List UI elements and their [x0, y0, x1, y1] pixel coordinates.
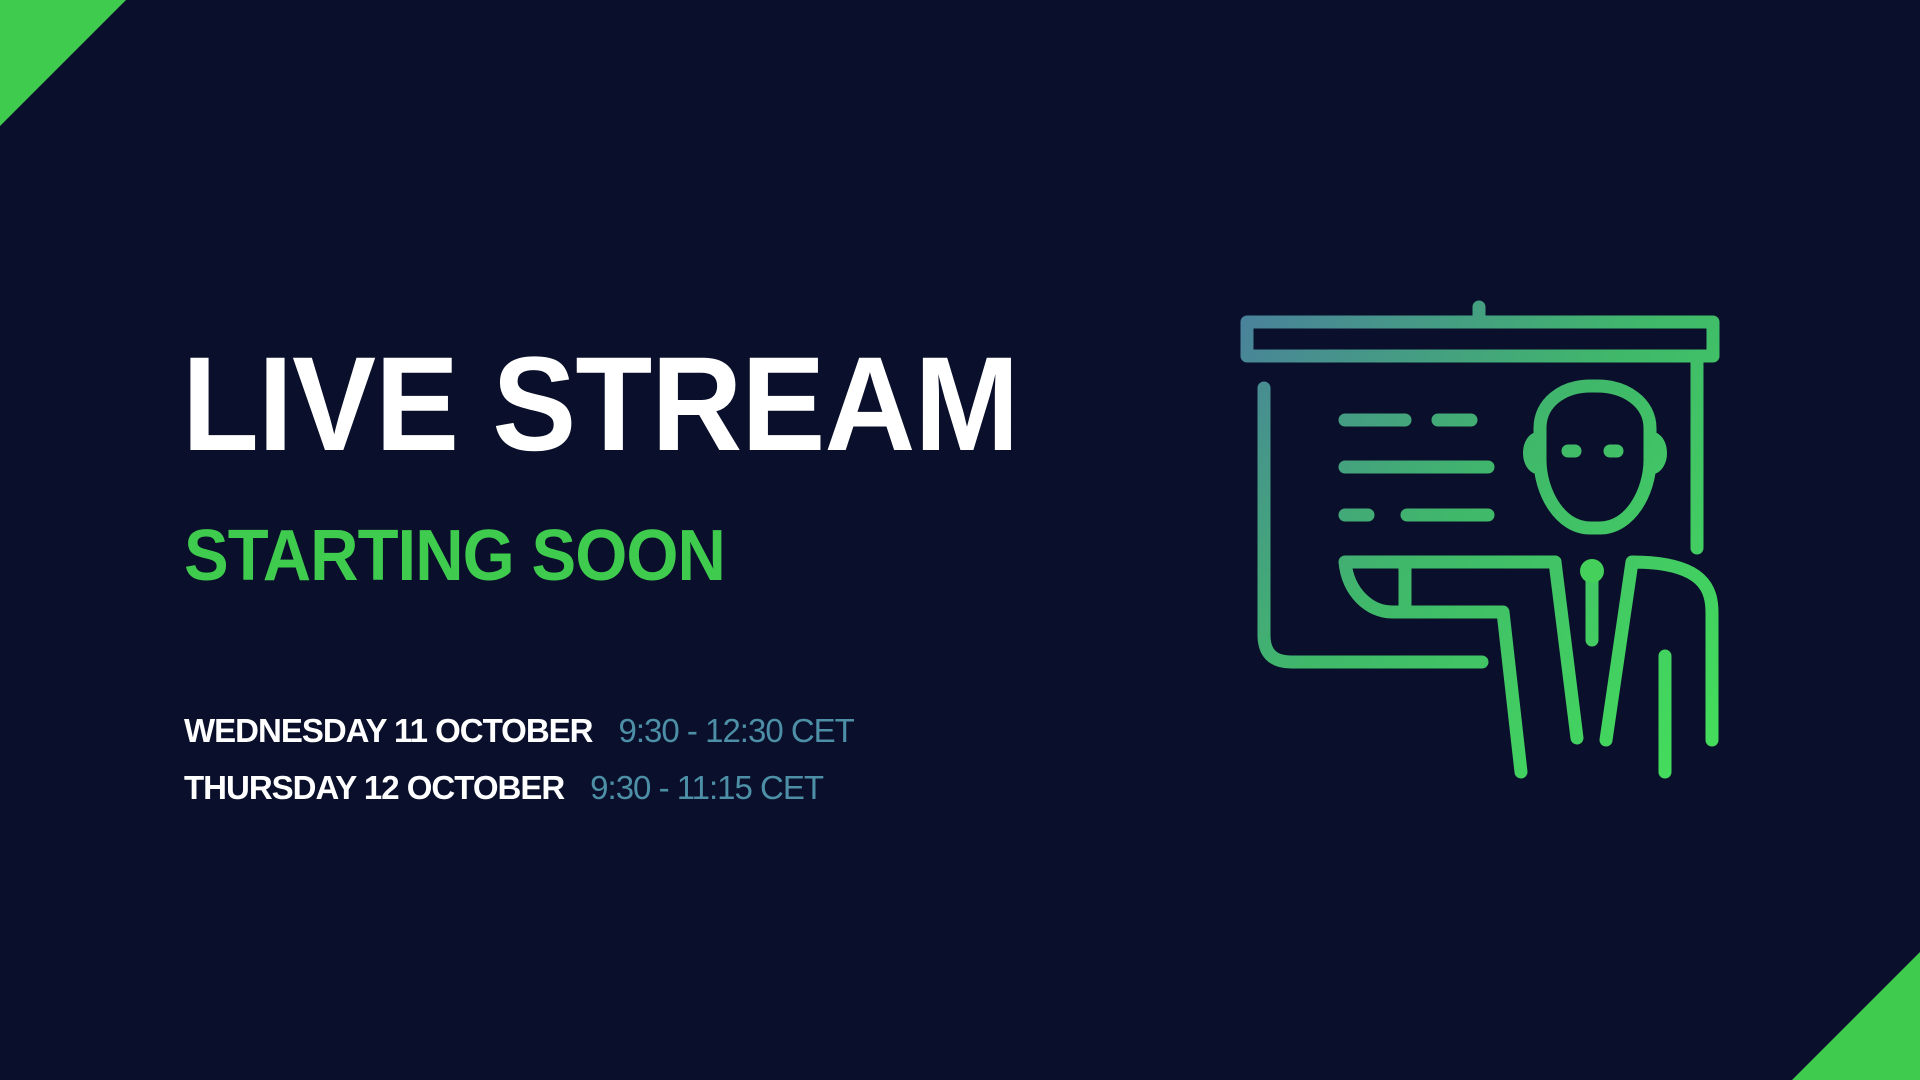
presenter-at-screen-icon	[1240, 300, 1720, 779]
schedule-day: WEDNESDAY 11 OCTOBER	[184, 712, 594, 749]
page-title: LIVE STREAM	[182, 330, 1019, 479]
schedule-item: THURSDAY 12 OCTOBER 9:30 - 11:15 CET	[184, 769, 824, 806]
page-subtitle: STARTING SOON	[184, 516, 726, 596]
schedule-time: 9:30 - 12:30 CET	[618, 712, 855, 749]
corner-accent-top-left	[0, 0, 126, 126]
corner-accent-bottom-right	[1792, 952, 1920, 1080]
schedule-time: 9:30 - 11:15 CET	[590, 769, 824, 806]
schedule-item: WEDNESDAY 11 OCTOBER 9:30 - 12:30 CET	[184, 712, 855, 749]
schedule-day: THURSDAY 12 OCTOBER	[184, 769, 565, 806]
